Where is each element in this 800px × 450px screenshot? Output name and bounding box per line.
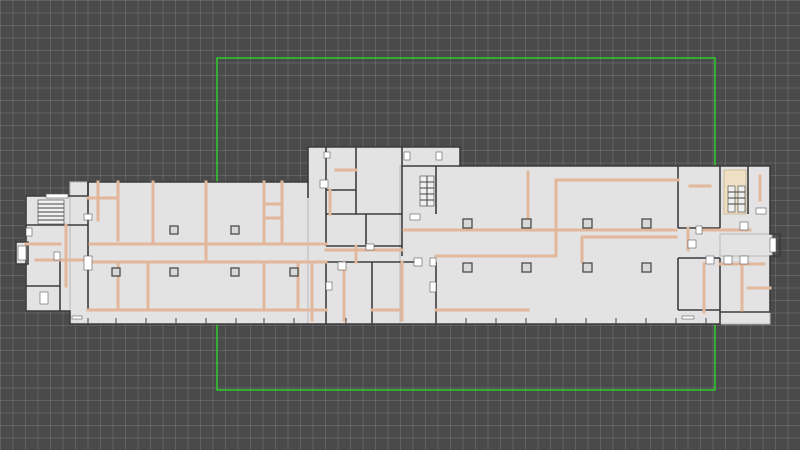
viewport-canvas[interactable] xyxy=(0,0,800,450)
stairwell-center xyxy=(419,175,435,207)
floor-plan-drawing[interactable] xyxy=(0,0,800,450)
stairwell-east xyxy=(723,169,747,215)
